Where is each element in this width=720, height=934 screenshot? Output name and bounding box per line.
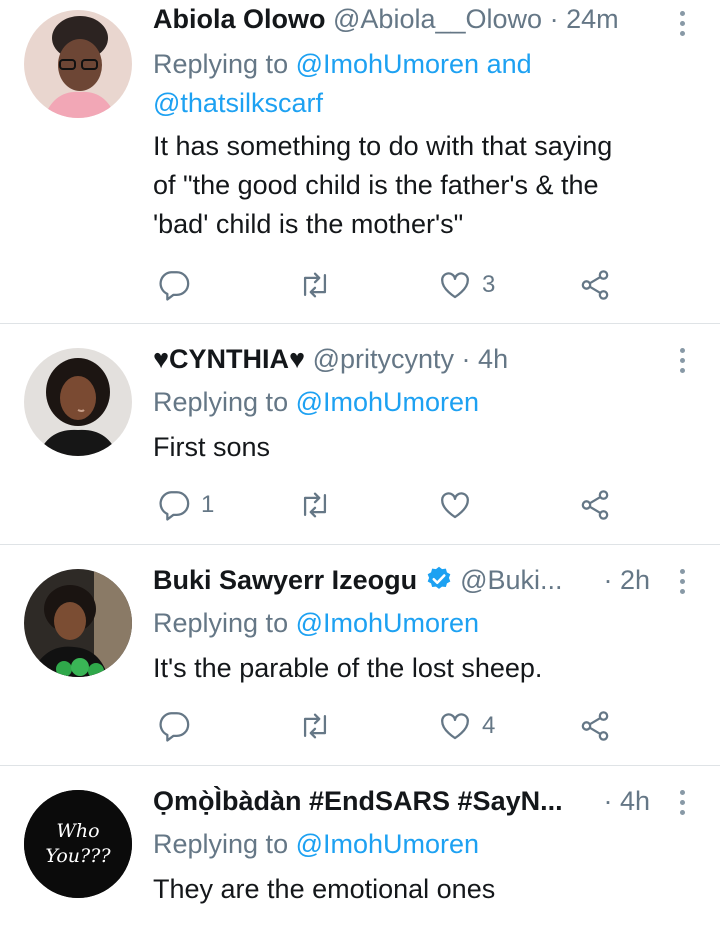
author-name[interactable]: Buki Sawyerr Izeogu	[153, 565, 417, 595]
avatar[interactable]	[24, 348, 132, 456]
tweet[interactable]: Abiola Olowo @Abiola__Olowo · 24m Replyi…	[0, 0, 720, 324]
tweet-actions: 3	[153, 265, 640, 305]
tweet-text: It has something to do with that saying …	[153, 127, 650, 244]
mention-link[interactable]: @thatsilkscarf	[153, 88, 323, 118]
separator-dot: ·	[549, 4, 559, 34]
replying-and: and	[479, 49, 532, 79]
replying-to: Replying to @ImohUmoren	[153, 604, 650, 643]
share-button[interactable]	[578, 706, 612, 746]
mention-link[interactable]: @ImohUmoren	[296, 387, 479, 417]
retweet-icon	[303, 272, 327, 298]
separator-dot: ·	[461, 344, 471, 374]
verified-icon	[427, 566, 450, 589]
avatar[interactable]	[24, 10, 132, 118]
share-button[interactable]	[578, 265, 612, 305]
tweet-text: It's the parable of the lost sheep.	[153, 649, 650, 688]
avatar[interactable]	[24, 569, 132, 677]
mention-link[interactable]: @ImohUmoren	[296, 49, 479, 79]
retweet-button[interactable]	[298, 706, 332, 746]
author-name[interactable]: Ọmọ̀Ìbàdàn #EndSARS #SayN...	[153, 786, 563, 816]
retweet-button[interactable]	[298, 265, 332, 305]
author-name[interactable]: Abiola Olowo	[153, 4, 326, 34]
tweet-text-line: First sons	[153, 432, 271, 462]
replying-label: Replying to	[153, 387, 296, 417]
like-button[interactable]: 3	[438, 265, 495, 305]
reply-button[interactable]: 1	[157, 485, 214, 525]
retweet-button[interactable]	[298, 485, 332, 525]
reply-button[interactable]	[157, 265, 201, 305]
author-handle[interactable]: @pritycynty	[313, 344, 454, 374]
reply-icon	[159, 491, 190, 521]
timestamp[interactable]: 4h	[620, 786, 650, 816]
tweet-actions: 4	[153, 706, 640, 746]
more-icon[interactable]	[680, 569, 686, 599]
tweet-text-line: They are the emotional ones	[153, 874, 496, 904]
replying-to: Replying to @ImohUmoren	[153, 825, 650, 864]
replying-to: Replying to @ImohUmoren	[153, 383, 650, 422]
reply-icon	[159, 712, 190, 742]
reply-count: 1	[201, 491, 215, 518]
like-count: 3	[482, 271, 496, 298]
like-icon	[441, 492, 469, 519]
replying-label: Replying to	[153, 608, 296, 638]
timestamp[interactable]: 2h	[620, 565, 650, 595]
separator-dot: ·	[603, 565, 613, 595]
like-button[interactable]: 4	[438, 706, 495, 746]
author-handle[interactable]: @Abiola__Olowo	[333, 4, 542, 34]
mention-link[interactable]: @ImohUmoren	[296, 608, 479, 638]
tweet-text-line: It's the parable of the lost sheep.	[153, 653, 543, 683]
more-icon[interactable]	[680, 348, 686, 378]
tweet-text: They are the emotional ones	[153, 870, 650, 909]
retweet-icon	[303, 713, 327, 739]
tweet[interactable]: Who You??? Ọmọ̀Ìbàdàn #EndSARS #SayN... …	[0, 766, 720, 934]
like-icon	[441, 713, 469, 740]
author-handle[interactable]: @Buki...	[460, 565, 562, 595]
replying-label: Replying to	[153, 49, 296, 79]
reply-icon	[159, 271, 190, 301]
tweet-text-line: 'bad' child is the mother's"	[153, 209, 464, 239]
share-icon	[581, 711, 609, 741]
share-icon	[581, 270, 609, 300]
timestamp[interactable]: 24m	[566, 4, 619, 34]
replying-to: Replying to @ImohUmoren and @thatsilksca…	[153, 45, 650, 123]
tweet[interactable]: ♥CYNTHIA♥ @pritycynty · 4h Replying to @…	[0, 324, 720, 545]
avatar-text: You???	[45, 845, 111, 867]
retweet-icon	[303, 492, 327, 518]
share-icon	[581, 490, 609, 520]
author-name[interactable]: ♥CYNTHIA♥	[153, 344, 305, 374]
more-icon[interactable]	[680, 11, 686, 41]
reply-button[interactable]	[157, 706, 201, 746]
tweet-actions: 1	[153, 485, 640, 525]
tweet[interactable]: Buki Sawyerr Izeogu @Buki... Replying to…	[0, 545, 720, 766]
replying-label: Replying to	[153, 829, 296, 859]
avatar-text: Who	[56, 820, 99, 842]
tweet-text-line: It has something to do with that saying	[153, 131, 613, 161]
like-count: 4	[482, 712, 496, 739]
tweet-text: First sons	[153, 428, 650, 467]
separator-dot: ·	[603, 786, 613, 816]
share-button[interactable]	[578, 485, 612, 525]
timestamp[interactable]: 4h	[478, 344, 508, 374]
avatar[interactable]: Who You???	[24, 790, 132, 898]
tweet-text-line: of "the good child is the father's & the	[153, 170, 599, 200]
like-button[interactable]	[438, 485, 482, 525]
more-icon[interactable]	[680, 790, 686, 820]
like-icon	[441, 272, 469, 299]
mention-link[interactable]: @ImohUmoren	[296, 829, 479, 859]
